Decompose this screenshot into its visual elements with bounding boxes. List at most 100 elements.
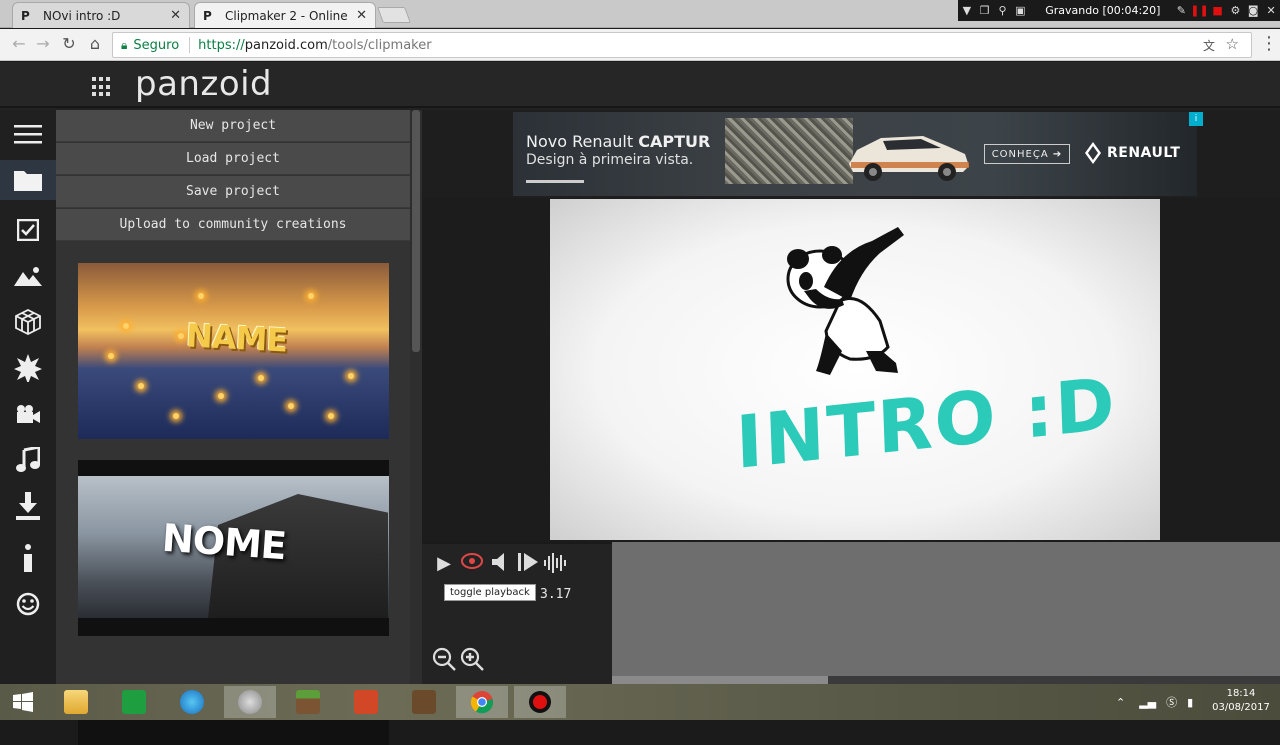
panel-scroll-thumb[interactable] <box>412 110 420 352</box>
ad-brand-name: RENAULT <box>1107 145 1181 161</box>
info-icon[interactable] <box>0 538 56 578</box>
checkbox-icon[interactable] <box>0 210 56 250</box>
chevron-up-icon[interactable]: ⌃ <box>1116 696 1125 709</box>
ad-cta-button[interactable]: CONHEÇA ➔ <box>984 144 1070 164</box>
screen-recorder-bar: ▼ ❐ ⚲ ▣ Gravando [00:04:20] ✎ ❚❚ ■ ⚙ ◙ ✕ <box>958 0 1280 21</box>
skype-icon[interactable]: Ⓢ <box>1166 694 1177 710</box>
lock-icon: 🔒︎ <box>121 37 128 52</box>
tab-title: Clipmaker 2 - Online Cus <box>225 8 350 23</box>
gear-icon[interactable]: ⚙ <box>1227 4 1245 17</box>
dabbing-panda-image <box>786 227 904 375</box>
renault-diamond-icon <box>1085 142 1101 164</box>
powerpoint-icon[interactable] <box>340 686 392 718</box>
logo[interactable]: panzoid <box>135 64 272 104</box>
left-nav <box>0 110 56 684</box>
pencil-icon[interactable]: ✎ <box>1172 4 1190 17</box>
search-icon[interactable]: ⚲ <box>994 4 1012 17</box>
recording-status: Gravando [00:04:20] <box>1045 4 1161 17</box>
close-icon[interactable]: ✕ <box>356 8 367 23</box>
close-icon[interactable]: ✕ <box>1262 4 1280 17</box>
app-icon[interactable] <box>224 686 276 718</box>
camera-icon[interactable] <box>0 394 56 434</box>
timeline[interactable] <box>612 542 1280 676</box>
apps-grid-icon[interactable] <box>92 77 112 97</box>
panzoid-favicon-icon: P <box>21 8 30 23</box>
translate-icon[interactable]: 文 <box>1203 37 1215 54</box>
load-project-button[interactable]: Load project <box>56 143 410 175</box>
renault-logo: RENAULT <box>1085 142 1181 164</box>
ad-headline: Novo Renault CAPTUR <box>526 132 710 151</box>
dropdown-arrow-icon[interactable]: ▼ <box>958 4 976 17</box>
ad-tagline: Design à primeira vista. <box>526 152 694 168</box>
waveform-icon[interactable] <box>544 553 568 575</box>
star-icon[interactable]: ☆ <box>1226 35 1239 53</box>
ad-info-icon[interactable]: i <box>1189 112 1203 126</box>
clock-date: 03/08/2017 <box>1212 702 1270 713</box>
forward-arrow-icon[interactable]: → <box>32 33 54 55</box>
playback-tooltip: toggle playback <box>444 584 536 601</box>
page: panzoid New project Load project Save pr… <box>0 62 1280 745</box>
ad-progress-bar <box>526 180 584 183</box>
play-icon[interactable]: ▶ <box>432 553 456 575</box>
internet-explorer-icon[interactable] <box>166 686 218 718</box>
upload-community-button[interactable]: Upload to community creations <box>56 209 410 241</box>
minecraft-icon[interactable] <box>282 686 334 718</box>
url-path: /tools/clipmaker <box>327 37 432 53</box>
save-project-button[interactable]: Save project <box>56 176 410 208</box>
car-image <box>849 136 969 181</box>
secure-label: Seguro <box>133 37 180 53</box>
music-icon[interactable] <box>0 440 56 480</box>
chrome-icon[interactable] <box>456 686 508 718</box>
arrow-right-icon: ➔ <box>1052 148 1063 160</box>
menu-dots-icon[interactable]: ⋮ <box>1258 33 1280 55</box>
address-bar[interactable]: 🔒︎ Seguro https:// panzoid.com /tools/cl… <box>112 32 1252 58</box>
eye-icon[interactable] <box>460 553 484 575</box>
new-project-button[interactable]: New project <box>56 110 410 142</box>
ad-banner[interactable]: Novo Renault CAPTUR Design à primeira vi… <box>513 112 1203 196</box>
new-tab-button[interactable] <box>377 7 411 23</box>
ad-texture-image <box>725 118 853 184</box>
close-icon[interactable]: ✕ <box>170 8 181 23</box>
browser-tab[interactable]: P NOvi intro :D ✕ <box>12 2 190 28</box>
download-icon[interactable] <box>0 486 56 526</box>
timeline-scroll-thumb[interactable] <box>612 676 828 684</box>
playback-time: 3.17 <box>540 587 572 602</box>
signal-icon[interactable]: ▂▄ <box>1139 696 1156 709</box>
home-icon[interactable]: ⌂ <box>84 33 106 55</box>
battery-icon[interactable]: ▮ <box>1187 696 1193 709</box>
browser-tab-active[interactable]: P Clipmaker 2 - Online Cus ✕ <box>194 2 376 28</box>
playback-controls: ▶ toggle playback 3.17 <box>422 542 612 684</box>
windows-start-icon[interactable] <box>0 686 46 718</box>
zoom-in-icon[interactable] <box>460 647 486 673</box>
camera-icon[interactable]: ◙ <box>1244 4 1262 17</box>
burst-icon[interactable] <box>0 348 56 388</box>
back-arrow-icon[interactable]: ← <box>8 33 30 55</box>
cube-icon[interactable] <box>0 302 56 342</box>
step-forward-icon[interactable] <box>516 553 540 575</box>
smiley-icon[interactable] <box>0 584 56 624</box>
divider <box>189 37 191 53</box>
preview-canvas[interactable]: INTRO :D <box>550 199 1160 540</box>
stop-icon[interactable]: ■ <box>1209 4 1227 17</box>
project-panel: New project Load project Save project Up… <box>56 110 422 745</box>
template-thumbnail[interactable]: NOME <box>78 460 389 636</box>
recorder-icon[interactable] <box>514 686 566 718</box>
zoom-out-icon[interactable] <box>432 647 458 673</box>
lock-icon[interactable]: ▣ <box>1011 4 1029 17</box>
template-thumbnail[interactable]: NAME <box>78 263 389 439</box>
app-icon[interactable] <box>398 686 450 718</box>
store-icon[interactable] <box>108 686 160 718</box>
windows-icon[interactable]: ❐ <box>976 4 994 17</box>
file-explorer-icon[interactable] <box>50 686 102 718</box>
image-icon[interactable] <box>0 256 56 296</box>
ad-area: Novo Renault CAPTUR Design à primeira vi… <box>422 110 1280 198</box>
clock-time: 18:14 <box>1226 688 1256 699</box>
menu-icon[interactable] <box>0 114 56 154</box>
reload-icon[interactable]: ↻ <box>58 33 80 55</box>
speaker-icon[interactable] <box>488 553 512 575</box>
ad-headline-model: CAPTUR <box>638 132 711 151</box>
ad-headline-prefix: Novo Renault <box>526 132 639 151</box>
folder-icon[interactable] <box>0 160 56 200</box>
clock[interactable]: 18:14 03/08/2017 <box>1206 687 1276 715</box>
pause-icon[interactable]: ❚❚ <box>1190 4 1208 17</box>
